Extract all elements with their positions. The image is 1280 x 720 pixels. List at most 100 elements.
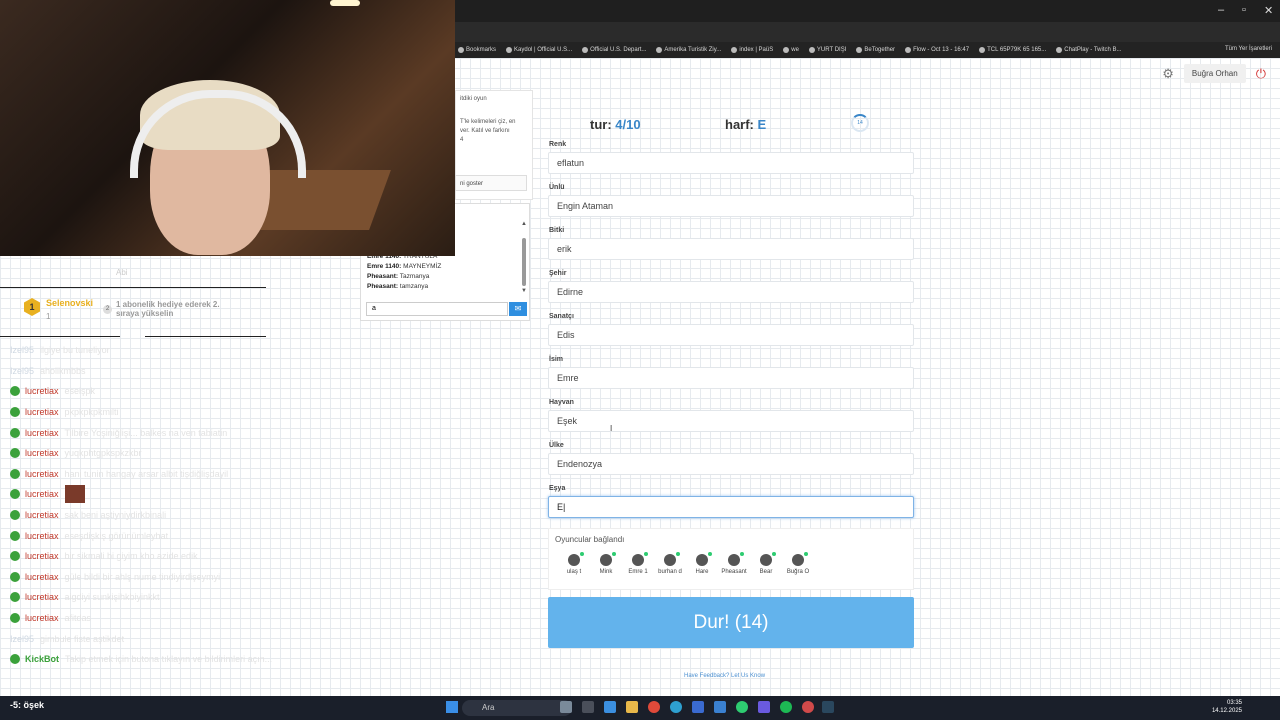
bookmark-item[interactable]: Amerika Turistik Ziy... [656,47,721,53]
chat-username[interactable]: lucretiax [25,510,59,520]
spotify-icon[interactable] [780,701,792,713]
chat-username[interactable]: lucretiax [25,613,59,623]
chat-username[interactable]: Izel95 [10,366,34,376]
answer-input[interactable]: Emre [548,367,914,389]
discord-icon[interactable] [758,701,770,713]
chat-username[interactable]: lucretiax [25,489,59,499]
chat-username[interactable]: KickBot [25,654,59,664]
bookmark-item[interactable]: Official U.S. Depart... [582,47,646,53]
lamp [330,0,360,6]
round-indicator: tur: 4/10 [590,117,641,132]
all-bookmarks[interactable]: Tüm Yer İşaretleri [1225,46,1272,52]
store-icon[interactable] [692,701,704,713]
gear-icon[interactable]: ⚙ [1162,66,1174,82]
user-badge-icon [10,386,20,397]
chrome-icon[interactable] [648,701,660,713]
chat-username[interactable]: lucretiax [25,592,59,602]
bookmark-item[interactable]: ChatPlay - Twitch B... [1056,47,1122,53]
chat-username[interactable]: lucretiax [25,572,59,582]
copilot-icon[interactable] [604,701,616,713]
answer-input[interactable]: erik [548,238,914,260]
rules-line: itdiki oyun [460,96,487,102]
chat-message: Izel95 ilgiye bu tuneliyor [10,340,350,361]
chat-message: lucretiax Tilbire Yoşiniğlişi... balkes n… [10,422,350,443]
bookmark-item[interactable]: BeTogether [856,47,895,53]
chat-username[interactable]: lucretiax [25,531,59,541]
chat-input[interactable]: a [366,302,508,316]
chat-message: lucretiax afitdas [10,608,350,629]
chat-text: eseşdişkiş görünümleyhat [64,530,169,541]
chat-message: lucretiax [10,484,350,505]
taskbar-search[interactable]: Ara [462,700,572,716]
minimize-icon[interactable]: – [1218,4,1224,16]
chat-username[interactable]: Izel95 [10,345,34,355]
stop-button[interactable]: Dur! (14) [548,597,914,648]
widget-icon[interactable] [560,701,572,713]
edge-icon[interactable] [670,701,682,713]
steam-icon[interactable] [822,701,834,713]
feedback-link[interactable]: Have Feedback? Let Us Know [684,673,765,679]
user-badge-icon [10,407,20,418]
user-badge-icon [10,427,20,438]
chat-username[interactable]: lucretiax [25,469,59,479]
chat-scrollbar[interactable] [522,238,526,286]
file-explorer-icon[interactable] [626,701,638,713]
answer-input[interactable]: E| [548,496,914,518]
mail-icon[interactable] [714,701,726,713]
chat-username[interactable]: lucretiax [25,407,59,417]
webcam-overlay [0,0,455,256]
answer-input[interactable]: Engin Ataman [548,195,914,217]
chat-username[interactable]: lucretiax [25,386,59,396]
divider [0,336,120,337]
bookmark-item[interactable]: Kaydol | Official U.S... [506,47,572,53]
answer-input[interactable]: eflatun [548,152,914,174]
chat-username[interactable]: Izel95 [10,634,34,644]
close-icon[interactable]: ✕ [1264,4,1273,17]
chat-username[interactable]: lucretiax [25,428,59,438]
clock: 03:35 14.12.2025 [1211,700,1242,714]
chat-username[interactable]: lucretiax [25,448,59,458]
answer-input[interactable]: Eşek [548,410,914,432]
answer-input[interactable]: Endenozya [548,453,914,475]
weather-widget[interactable]: -5: öşek [10,700,44,710]
chat-message: lucretiax bir sikmali bi giyim kho azide … [10,546,350,567]
chat-text: gimbule fiste aştikdet [40,633,125,644]
bookmark-item[interactable]: TCL 65P79K 65 165... [979,47,1046,53]
bookmark-item[interactable]: Bookmarks [458,47,496,53]
bookmark-item[interactable]: YURT DIŞI [808,47,846,53]
send-icon[interactable]: ✉ [509,302,527,316]
windows-start-icon[interactable] [446,701,458,713]
maximize-icon[interactable]: ▫ [1242,4,1246,16]
bookmark-item[interactable]: Flow - Oct 13 - 16:47 [905,47,969,53]
chrome-alt-icon[interactable] [802,701,814,713]
answer-input[interactable]: Edis [548,324,914,346]
header-actions: ⚙ Buğra Orhan ⏻ [1162,64,1266,83]
task-view-icon[interactable] [582,701,594,713]
avatar-icon [632,552,648,566]
bookmark-item[interactable]: index | PaüS [731,47,773,53]
emote-image [64,485,85,504]
player-item: burhan d [654,552,686,575]
user-badge-icon [10,571,20,582]
player-item: ulaş t [558,552,590,575]
bookmark-item[interactable]: we [783,47,799,53]
rules-show-button[interactable]: ni goster [455,175,527,191]
scroll-down-icon[interactable]: ▼ [521,288,527,294]
user-badge-icon [10,592,20,603]
chat-username[interactable]: lucretiax [25,551,59,561]
answer-input[interactable]: Edirne [548,281,914,303]
power-icon[interactable]: ⏻ [1256,66,1266,82]
user-badge-icon [10,613,20,624]
user-button[interactable]: Buğra Orhan [1183,64,1246,83]
avatar-icon [728,552,744,566]
player-item: Hare [686,552,718,575]
bookmark-icon [856,47,863,53]
player-item: Pheasant [718,552,750,575]
chat-message: KickBot Takip etmek için butona tıklayın … [10,649,350,670]
rules-line: ver. Katıl ve farkını [460,128,510,134]
chat-message: lucretiax yuqkphtgpkspkzkbr [10,443,350,464]
whatsapp-icon[interactable] [736,701,748,713]
scroll-up-icon[interactable]: ▲ [521,221,527,227]
avatar-icon [600,552,616,566]
taskbar [0,696,1280,720]
